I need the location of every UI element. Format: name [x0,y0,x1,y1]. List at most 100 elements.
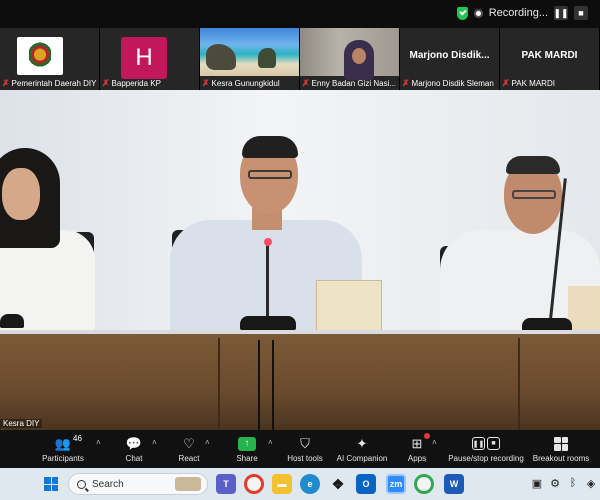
ai-companion-button[interactable]: ✦ AI Companion [334,430,390,468]
participants-icon: 👥 [54,435,72,451]
record-dot-icon [473,8,483,18]
windows-taskbar: Search T ▬ e ❖ O zm W ▣ ⚙ ᛒ ◈ [0,468,600,500]
glasses [512,190,556,199]
dropbox-icon[interactable]: ❖ [328,474,348,494]
participant-name: ✗ Enny Badan Gizi Nasi... [302,78,397,88]
host-tools-label: Host tools [287,453,323,463]
table-divider [218,338,220,430]
mic-muted-icon: ✗ [402,78,410,88]
cable [258,340,260,430]
chat-icon: 💬 [125,435,143,451]
react-label: React [178,453,200,463]
pause-stop-recording-button[interactable]: ❚❚ ■ Pause/stop recording [448,430,524,468]
participants-options-caret[interactable]: ˄ [96,438,101,447]
person-center-hair [242,136,298,158]
pause-stop-icon: ❚❚ ■ [472,436,500,452]
microphone-base [0,314,24,328]
microphone [266,242,269,322]
active-speaker-video[interactable]: Kesra DIY [0,90,600,430]
apps-icon: ⊞ [411,435,423,451]
recording-status: Recording... [488,7,548,19]
shield-icon [456,6,468,20]
participant-name: ✗ Kesra Gunungkidul [202,78,280,88]
top-bar: Recording... ❚❚ ■ [0,0,600,28]
pause-recording-label: Pause/stop recording [448,453,524,463]
outlook-icon[interactable]: O [356,474,376,494]
zoom-icon[interactable]: zm [386,474,406,494]
chat-options-caret[interactable]: ˄ [152,438,157,447]
pause-recording-icon[interactable]: ❚❚ [553,6,569,20]
notification-badge [424,433,430,439]
mic-muted-icon: ✗ [502,78,510,88]
apps-options-caret[interactable]: ˄ [432,438,437,447]
participants-button[interactable]: 👥 Participants 46 [38,430,88,468]
heart-icon: ♡ [183,435,195,451]
apps-button[interactable]: ⊞ Apps [402,430,432,468]
chat-button[interactable]: 💬 Chat [118,430,150,468]
participant-tile[interactable]: ✗ Kesra Gunungkidul [200,28,300,90]
participant-name: ✗ PAK MARDI [502,78,555,88]
participant-tile[interactable]: ✗ Enny Badan Gizi Nasi... [300,28,400,90]
person-right-hair [506,156,560,174]
tissue-box [316,280,382,334]
participant-tile[interactable]: H ✗ Bapperida KP [100,28,200,90]
search-icon [77,479,86,489]
participant-tile[interactable]: PAK MARDI ✗ PAK MARDI [500,28,600,90]
chrome-profile-icon[interactable] [414,474,434,494]
participant-strip: ✗ Pemerintah Daerah DIY H ✗ Bapperida KP ✗… [0,28,600,90]
avatar: H [121,37,167,79]
mic-muted-icon: ✗ [2,78,10,88]
share-options-caret[interactable]: ˄ [268,438,273,447]
tissue-box [568,286,600,334]
chat-label: Chat [125,453,143,463]
participant-display-name: Marjono Disdik... [409,50,490,61]
share-button[interactable]: ↑ Share [230,430,264,468]
search-placeholder: Search [92,478,124,490]
battery-saver-icon[interactable]: ▣ [530,476,544,490]
react-options-caret[interactable]: ˄ [205,438,210,447]
recording-indicator[interactable]: Recording... ❚❚ ■ [456,6,588,20]
stop-recording-icon[interactable]: ■ [574,6,588,20]
participants-count: 46 [73,434,82,443]
shield-icon: ⛉ [300,435,310,451]
conference-table [0,334,600,430]
glasses [248,170,292,179]
taskbar-search[interactable]: Search [68,473,208,495]
meeting-toolbar: 👥 Participants 46 ˄ 💬 Chat ˄ ♡ React ˄ ↑… [0,430,600,468]
breakout-rooms-icon [554,436,568,451]
participants-label: Participants [42,453,84,463]
sparkle-icon: ✦ [356,435,368,451]
apps-label: Apps [407,453,427,463]
person-left-face [2,168,40,220]
share-label: Share [236,453,258,463]
microphone-light [264,238,272,246]
breakout-rooms-label: Breakout rooms [532,453,590,463]
participant-video [300,28,399,80]
react-button[interactable]: ♡ React [172,430,206,468]
table-divider [518,338,520,430]
share-screen-icon: ↑ [238,436,256,451]
mic-muted-icon: ✗ [302,78,310,88]
network-icon[interactable]: ◈ [584,476,598,490]
speaker-name-label: Kesra DIY [0,419,43,428]
breakout-rooms-button[interactable]: Breakout rooms [532,430,590,468]
edge-icon[interactable]: e [300,474,320,494]
participant-video [200,28,299,76]
bluetooth-icon[interactable]: ᛒ [566,476,580,490]
participant-tile[interactable]: Marjono Disdik... ✗ Marjono Disdik Sleman [400,28,500,90]
mic-muted-icon: ✗ [202,78,210,88]
host-tools-button[interactable]: ⛉ Host tools [284,430,326,468]
file-explorer-icon[interactable]: ▬ [272,474,292,494]
word-icon[interactable]: W [444,474,464,494]
ai-companion-label: AI Companion [336,453,388,463]
mic-muted-icon: ✗ [102,78,110,88]
participant-name: ✗ Bapperida KP [102,78,161,88]
teams-icon[interactable]: T [216,474,236,494]
chrome-icon[interactable] [244,474,264,494]
settings-icon[interactable]: ⚙ [548,476,562,490]
participant-name: ✗ Marjono Disdik Sleman [402,78,494,88]
windows-start-icon[interactable] [44,477,58,491]
participant-tile[interactable]: ✗ Pemerintah Daerah DIY [0,28,100,90]
participant-name: ✗ Pemerintah Daerah DIY [2,78,97,88]
microphone-base [240,316,296,330]
